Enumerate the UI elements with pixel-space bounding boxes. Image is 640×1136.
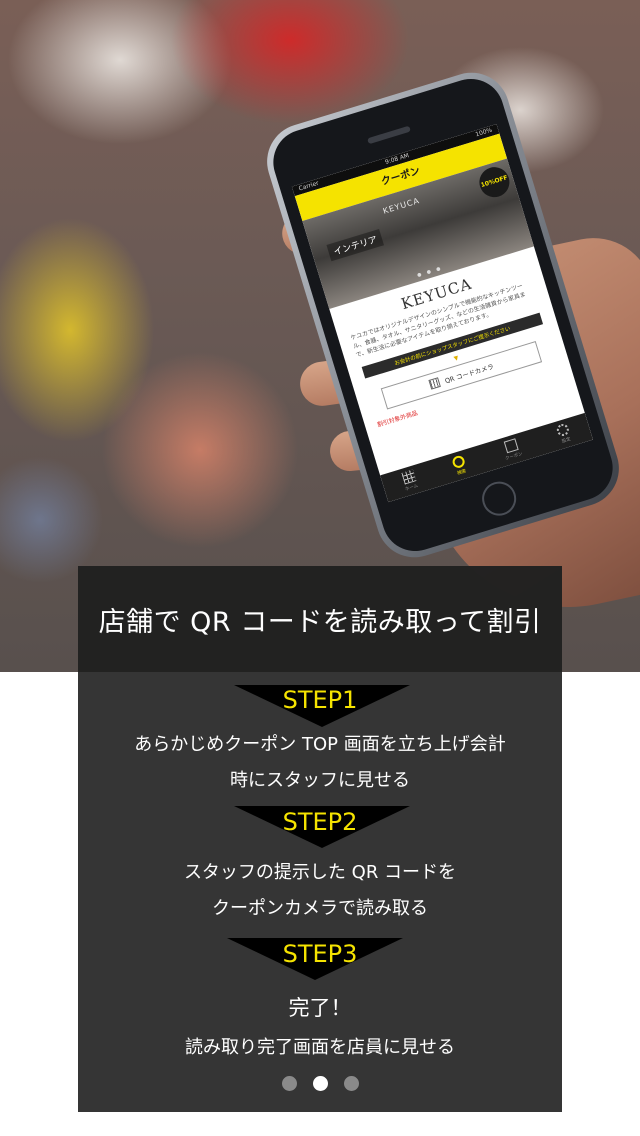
phone-body: Carrier 9:08 AM 100% クーポン KEYUCA インテリア 1… — [265, 70, 621, 560]
tab-settings[interactable]: 設定 — [555, 422, 573, 445]
list-icon — [503, 438, 519, 454]
phone-home-button — [477, 477, 521, 520]
tab-label: 設定 — [561, 437, 572, 445]
step2-label: STEP2 — [282, 808, 358, 836]
page-dot[interactable] — [281, 1076, 297, 1091]
photo-category-label: インテリア — [326, 228, 385, 262]
qr-code-icon — [428, 377, 441, 390]
step2-line1: スタッフの提示した QR コードを — [183, 862, 457, 883]
phone-mockup: Carrier 9:08 AM 100% クーポン KEYUCA インテリア 1… — [257, 63, 629, 567]
tab-coupon[interactable]: クーポン — [500, 438, 523, 462]
step1-label: STEP1 — [282, 686, 358, 714]
phone-speaker — [367, 125, 411, 145]
step2-line2: クーポンカメラで読み取る — [212, 898, 428, 919]
page-dot-active[interactable] — [312, 1076, 328, 1091]
grid-icon — [400, 469, 416, 485]
tab-label: ホーム — [404, 483, 419, 493]
tab-home[interactable]: ホーム — [400, 469, 419, 493]
step3-line1: 完了！ — [288, 996, 352, 1020]
discount-badge: 10%OFF — [475, 163, 514, 201]
page-indicator — [0, 1076, 640, 1091]
page-dot[interactable] — [343, 1076, 359, 1091]
step3-label: STEP3 — [282, 940, 358, 968]
tab-search[interactable]: 検索 — [450, 454, 468, 477]
tab-label: 検索 — [456, 469, 467, 477]
search-icon — [450, 454, 466, 470]
gear-icon — [555, 422, 571, 438]
step1-line1: あらかじめクーポン TOP 画面を立ち上げ会計 — [134, 734, 506, 755]
store-sign: KEYUCA — [381, 196, 421, 216]
step3-line2: 読み取り完了画面を店員に見せる — [185, 1037, 455, 1058]
step1-line2: 時にスタッフに見せる — [230, 770, 410, 791]
page-headline: 店舗で QR コードを読み取って割引 — [98, 607, 542, 638]
